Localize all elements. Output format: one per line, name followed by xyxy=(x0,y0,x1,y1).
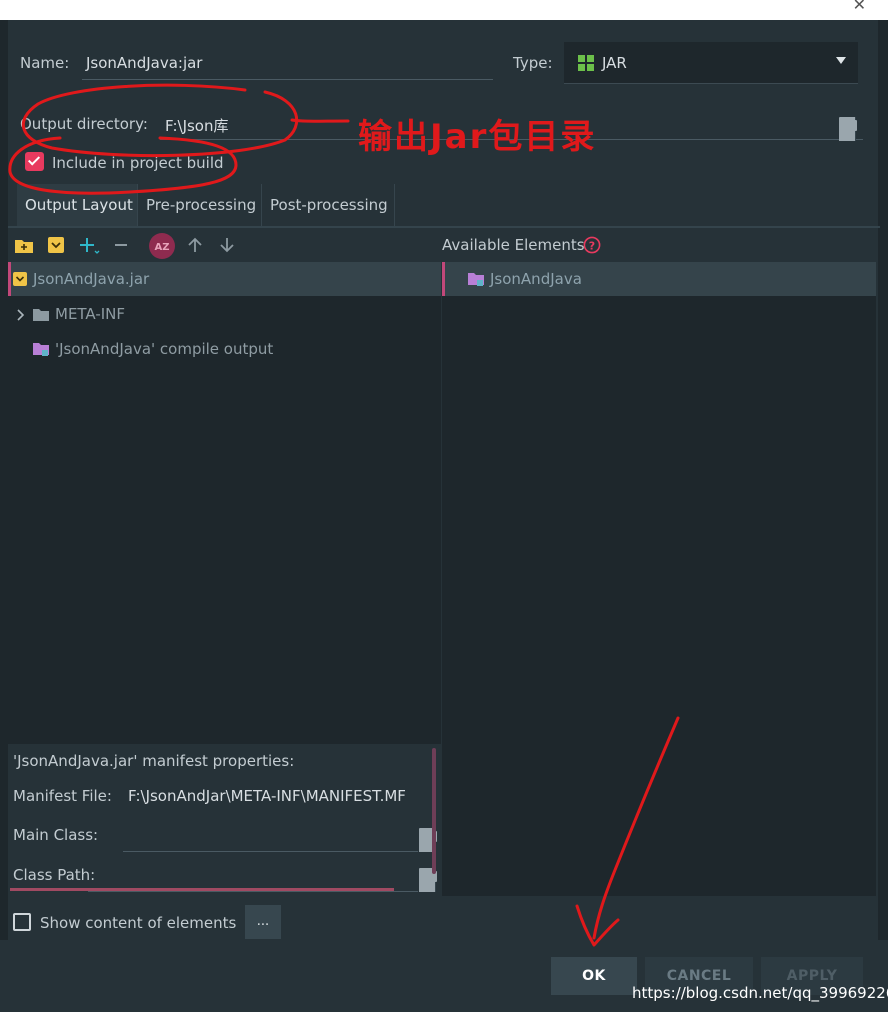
ok-button[interactable]: OK xyxy=(551,957,637,995)
manifest-file-value: F:\JsonAndJar\META-INF\MANIFEST.MF xyxy=(128,787,406,805)
new-directory-icon[interactable] xyxy=(15,238,33,253)
available-item-label: JsonAndJava xyxy=(490,270,582,288)
tree-item-meta-inf[interactable]: META-INF xyxy=(55,305,125,323)
add-icon[interactable] xyxy=(80,237,100,255)
folder-icon xyxy=(33,307,49,321)
module-output-icon xyxy=(33,342,49,357)
main-class-label: Main Class: xyxy=(13,826,99,844)
jar-artifact-icon xyxy=(578,55,594,71)
window-title-bar: ✕ xyxy=(0,0,888,20)
sort-az-icon[interactable]: AZ xyxy=(149,233,175,259)
type-dropdown[interactable]: JAR xyxy=(564,42,858,84)
include-build-label: Include in project build xyxy=(52,154,224,172)
chevron-down-icon xyxy=(836,57,846,64)
include-build-checkbox[interactable] xyxy=(25,152,44,171)
watermark-text: https://blog.csdn.net/qq_39969226 xyxy=(632,984,888,1002)
show-content-checkbox[interactable] xyxy=(13,913,31,931)
output-directory-label: Output directory: xyxy=(20,115,148,133)
available-elements-header: Available Elements xyxy=(442,236,585,254)
tree-root-label: JsonAndJava.jar xyxy=(33,270,150,288)
tab-divider xyxy=(8,226,880,228)
available-row[interactable]: JsonAndJava xyxy=(442,262,876,296)
more-options-button[interactable]: ... xyxy=(245,905,281,939)
move-down-icon[interactable] xyxy=(219,237,235,253)
right-edge xyxy=(878,20,888,940)
create-archive-icon[interactable] xyxy=(48,237,64,253)
left-edge xyxy=(0,20,8,940)
svg-text:?: ? xyxy=(589,240,595,253)
type-value: JAR xyxy=(602,54,627,72)
tab-label: Pre-processing xyxy=(146,196,257,214)
annotation-underline xyxy=(10,888,394,891)
show-content-label: Show content of elements xyxy=(40,914,237,932)
main-class-input[interactable] xyxy=(123,820,418,852)
remove-icon[interactable] xyxy=(114,237,128,253)
tab-pre-processing[interactable]: Pre-processing xyxy=(138,184,262,226)
browse-folder-icon[interactable] xyxy=(839,117,857,141)
chevron-right-icon[interactable] xyxy=(16,307,26,321)
output-directory-value: F:\Json库 xyxy=(165,117,229,135)
move-up-icon[interactable] xyxy=(187,237,203,253)
tree-item-compile-output[interactable]: 'JsonAndJava' compile output xyxy=(55,340,273,358)
help-icon[interactable]: ? xyxy=(583,236,601,254)
module-icon xyxy=(468,272,484,287)
svg-text:AZ: AZ xyxy=(155,242,170,253)
jar-file-icon xyxy=(13,272,27,286)
available-elements-tree: JsonAndJava xyxy=(442,262,876,896)
tab-post-processing[interactable]: Post-processing xyxy=(262,184,395,226)
tree-row-root[interactable]: JsonAndJava.jar xyxy=(8,262,441,296)
output-directory-input[interactable]: F:\Json库 xyxy=(160,108,863,140)
name-input[interactable]: JsonAndJava:jar xyxy=(82,48,493,80)
tab-output-layout[interactable]: Output Layout xyxy=(17,184,138,226)
type-label: Type: xyxy=(513,54,553,72)
manifest-file-label: Manifest File: xyxy=(13,787,112,805)
manifest-title: 'JsonAndJava.jar' manifest properties: xyxy=(13,752,295,770)
close-icon[interactable]: ✕ xyxy=(853,0,866,14)
manifest-scrollbar[interactable] xyxy=(432,748,436,874)
manifest-properties: 'JsonAndJava.jar' manifest properties: M… xyxy=(8,744,441,896)
output-layout-tree: JsonAndJava.jar META-INF 'JsonAndJava' c… xyxy=(8,262,441,744)
name-label: Name: xyxy=(20,54,70,72)
tab-label: Post-processing xyxy=(270,196,388,214)
name-value: JsonAndJava:jar xyxy=(86,54,203,72)
tab-label: Output Layout xyxy=(25,196,133,214)
class-path-label: Class Path: xyxy=(13,866,96,884)
